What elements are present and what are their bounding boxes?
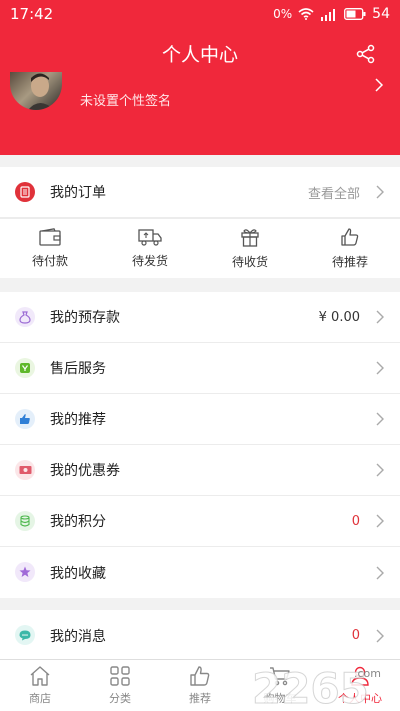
menu-item-recommendations[interactable]: 我的推荐 — [0, 394, 400, 445]
service-icon — [15, 358, 35, 378]
status-bar: 17:42 0% 54 — [0, 0, 400, 28]
order-status-grid: 待付款 待发货 待收货 待推荐 — [0, 218, 400, 278]
grid-icon — [110, 666, 130, 686]
tab-recommend[interactable]: 推荐 — [160, 660, 240, 711]
points-icon — [15, 511, 35, 531]
my-orders-row[interactable]: 我的订单 查看全部 — [0, 167, 400, 218]
chevron-right-icon — [376, 185, 384, 199]
thumb-up-icon — [190, 666, 210, 686]
mute-icon: 0% — [273, 7, 293, 21]
avatar[interactable] — [10, 72, 62, 110]
order-status-label: 待付款 — [31, 254, 68, 268]
order-status-pending-payment[interactable]: 待付款 — [0, 219, 100, 278]
chevron-right-icon[interactable] — [374, 78, 384, 92]
coupon-icon — [15, 460, 35, 480]
battery-icon — [344, 8, 366, 20]
menu-item-after-sales[interactable]: 售后服务 — [0, 343, 400, 394]
tab-label: 商店 — [29, 692, 51, 705]
battery-level: 54 — [372, 6, 390, 22]
order-status-pending-review[interactable]: 待推荐 — [300, 219, 400, 278]
points-value: 0 — [351, 513, 360, 529]
menu-item-label: 我的优惠券 — [50, 463, 120, 479]
tab-label: 购物车 — [263, 692, 297, 705]
menu-item-label: 我的收藏 — [50, 565, 106, 582]
chevron-right-icon — [376, 514, 384, 528]
menu-item-messages[interactable]: 我的消息 0 — [0, 610, 400, 661]
orders-icon — [15, 182, 35, 202]
menu-section: 我的预存款 ¥ 0.00 售后服务 我的推荐 我的优惠券 我的积分 0 我的收藏 — [0, 292, 400, 598]
message-icon — [15, 625, 35, 645]
chevron-right-icon — [376, 310, 384, 324]
menu-item-label: 我的消息 — [50, 628, 106, 645]
messages-count: 0 — [351, 628, 360, 643]
tab-label: 个人中心 — [338, 692, 382, 705]
chevron-right-icon — [376, 566, 384, 579]
order-status-label: 待推荐 — [331, 255, 368, 269]
thumb-up-icon — [341, 228, 359, 246]
menu-item-label: 我的积分 — [50, 514, 106, 530]
status-icons: 0% 54 — [273, 6, 390, 22]
page-title: 个人中心 — [161, 44, 238, 66]
wifi-icon — [298, 8, 314, 20]
tab-cart[interactable]: 购物车 — [240, 660, 320, 711]
menu-item-points[interactable]: 我的积分 0 — [0, 496, 400, 547]
status-time: 17:42 — [10, 5, 54, 23]
thumb-up-icon — [15, 409, 35, 429]
my-orders-label: 我的订单 — [50, 185, 106, 201]
chevron-right-icon — [376, 463, 384, 477]
menu-item-coupons[interactable]: 我的优惠券 — [0, 445, 400, 496]
bottom-tab-bar: 商店 分类 推荐 购物车 个人中心 — [0, 659, 400, 711]
orders-section: 我的订单 查看全部 待付款 待发货 待收货 待推荐 — [0, 167, 400, 278]
chevron-right-icon — [376, 412, 384, 426]
star-icon — [15, 562, 35, 582]
messages-section: 我的消息 0 — [0, 610, 400, 661]
tab-store[interactable]: 商店 — [0, 660, 80, 711]
tab-label: 分类 — [109, 692, 131, 705]
user-icon — [351, 666, 369, 686]
tab-categories[interactable]: 分类 — [80, 660, 160, 711]
menu-item-prepaid[interactable]: 我的预存款 ¥ 0.00 — [0, 292, 400, 343]
order-status-pending-shipment[interactable]: 待发货 — [100, 219, 200, 278]
order-status-label: 待收货 — [231, 255, 268, 269]
prepaid-balance: ¥ 0.00 — [318, 309, 360, 325]
profile-header: 17:42 0% 54 个人中心 未设置个性签名 — [0, 0, 400, 155]
money-bag-icon — [15, 307, 35, 327]
signal-icon — [321, 8, 336, 21]
page: 17:42 0% 54 个人中心 未设置个性签名 我的订单 查看全部 待付款 待… — [0, 0, 400, 711]
order-status-pending-receipt[interactable]: 待收货 — [200, 219, 300, 278]
menu-item-favorites[interactable]: 我的收藏 — [0, 547, 400, 598]
menu-item-label: 我的推荐 — [50, 412, 106, 428]
shopping-cart-icon — [270, 667, 290, 686]
menu-item-label: 我的预存款 — [50, 310, 120, 326]
tab-label: 推荐 — [189, 692, 211, 705]
home-icon — [30, 666, 50, 686]
view-all-link[interactable]: 查看全部 — [308, 183, 360, 202]
menu-item-label: 售后服务 — [50, 361, 106, 377]
chevron-right-icon — [376, 629, 384, 642]
tab-profile[interactable]: 个人中心 — [320, 660, 400, 711]
gift-box-icon — [241, 229, 259, 247]
signature-text[interactable]: 未设置个性签名 — [80, 90, 171, 109]
share-icon[interactable] — [356, 44, 376, 64]
chevron-right-icon — [376, 361, 384, 375]
order-status-label: 待发货 — [131, 254, 168, 268]
truck-icon — [138, 229, 162, 246]
wallet-icon — [39, 228, 61, 246]
